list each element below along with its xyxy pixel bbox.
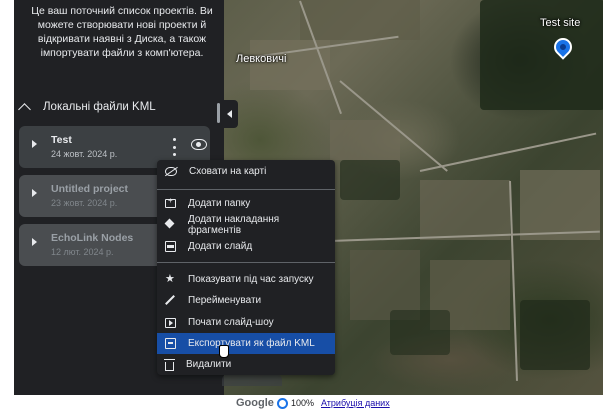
intro-text: Це ваш поточний список проектів. Ви може…: [31, 5, 213, 59]
menu-item-export-kml[interactable]: Експортувати як файл KML: [157, 333, 335, 354]
pencil-icon: [165, 295, 176, 306]
menu-item-label: Перейменувати: [188, 295, 262, 306]
menu-item-label: Видалити: [186, 359, 232, 370]
expand-triangle-icon[interactable]: [32, 189, 37, 197]
map-footer: Google 100% Атрибуція даних: [224, 395, 605, 412]
map-control-tab[interactable]: [222, 374, 282, 386]
menu-item-delete[interactable]: Видалити: [157, 354, 335, 375]
zoom-ring-icon: [277, 398, 288, 409]
menu-item-start-slideshow[interactable]: Почати слайд-шоу: [157, 312, 335, 333]
menu-divider: [157, 262, 335, 263]
menu-item-add-overlay[interactable]: Додати накладання фрагментів: [157, 213, 335, 236]
project-name: Test: [51, 134, 72, 146]
menu-item-add-folder[interactable]: Додати папку: [157, 193, 335, 214]
slide-icon: [165, 241, 176, 252]
menu-item-label: Експортувати як файл KML: [188, 338, 315, 349]
visibility-eye-icon[interactable]: [191, 139, 207, 150]
project-date: 23 жовт. 2024 р.: [51, 198, 118, 208]
project-date: 24 жовт. 2024 р.: [51, 149, 118, 159]
window-margin: [0, 395, 224, 412]
map-label-site: Test site: [540, 17, 581, 29]
menu-item-label: Сховати на карті: [189, 166, 267, 177]
more-options-icon[interactable]: [171, 138, 177, 156]
project-date: 12 лют. 2024 р.: [51, 247, 114, 257]
context-menu: Сховати на карті Додати папку Додати нак…: [157, 160, 335, 375]
panel-resize-handle[interactable]: [217, 103, 220, 123]
trash-icon: [164, 358, 175, 371]
menu-item-show-on-startup[interactable]: ★ Показувати під час запуску: [157, 269, 335, 290]
project-name: Untitled project: [51, 183, 129, 195]
menu-item-rename[interactable]: Перейменувати: [157, 290, 335, 311]
map-label-village: Левковичі: [236, 53, 287, 65]
menu-item-label: Додати слайд: [188, 241, 253, 252]
layers-icon: [165, 219, 176, 230]
eye-off-icon: [165, 167, 177, 176]
section-title: Локальні файли KML: [43, 101, 156, 113]
section-header-local-kml[interactable]: Локальні файли KML: [14, 96, 224, 118]
project-name: EchoLink Nodes: [51, 232, 134, 244]
chevron-up-icon: [18, 102, 31, 116]
menu-divider: [157, 189, 335, 190]
menu-item-hide-on-map[interactable]: Сховати на карті: [157, 161, 335, 182]
menu-item-label: Додати папку: [188, 198, 251, 209]
slideshow-icon: [165, 317, 176, 328]
export-icon: [165, 338, 176, 349]
mouse-cursor-icon: [219, 345, 229, 358]
data-attribution-link[interactable]: Атрибуція даних: [321, 398, 390, 408]
menu-item-label: Почати слайд-шоу: [188, 317, 274, 328]
zoom-level: 100%: [291, 398, 315, 408]
collapse-panel-button[interactable]: [224, 100, 238, 128]
folder-add-icon: [165, 196, 176, 208]
menu-item-label: Додати накладання фрагментів: [188, 213, 280, 236]
expand-triangle-icon[interactable]: [32, 140, 37, 148]
star-icon: ★: [165, 273, 175, 285]
window-margin: [0, 0, 14, 412]
menu-item-add-slide[interactable]: Додати слайд: [157, 236, 335, 257]
google-logo: Google: [236, 397, 274, 409]
expand-triangle-icon[interactable]: [32, 238, 37, 246]
menu-item-label: Показувати під час запуску: [188, 274, 314, 285]
